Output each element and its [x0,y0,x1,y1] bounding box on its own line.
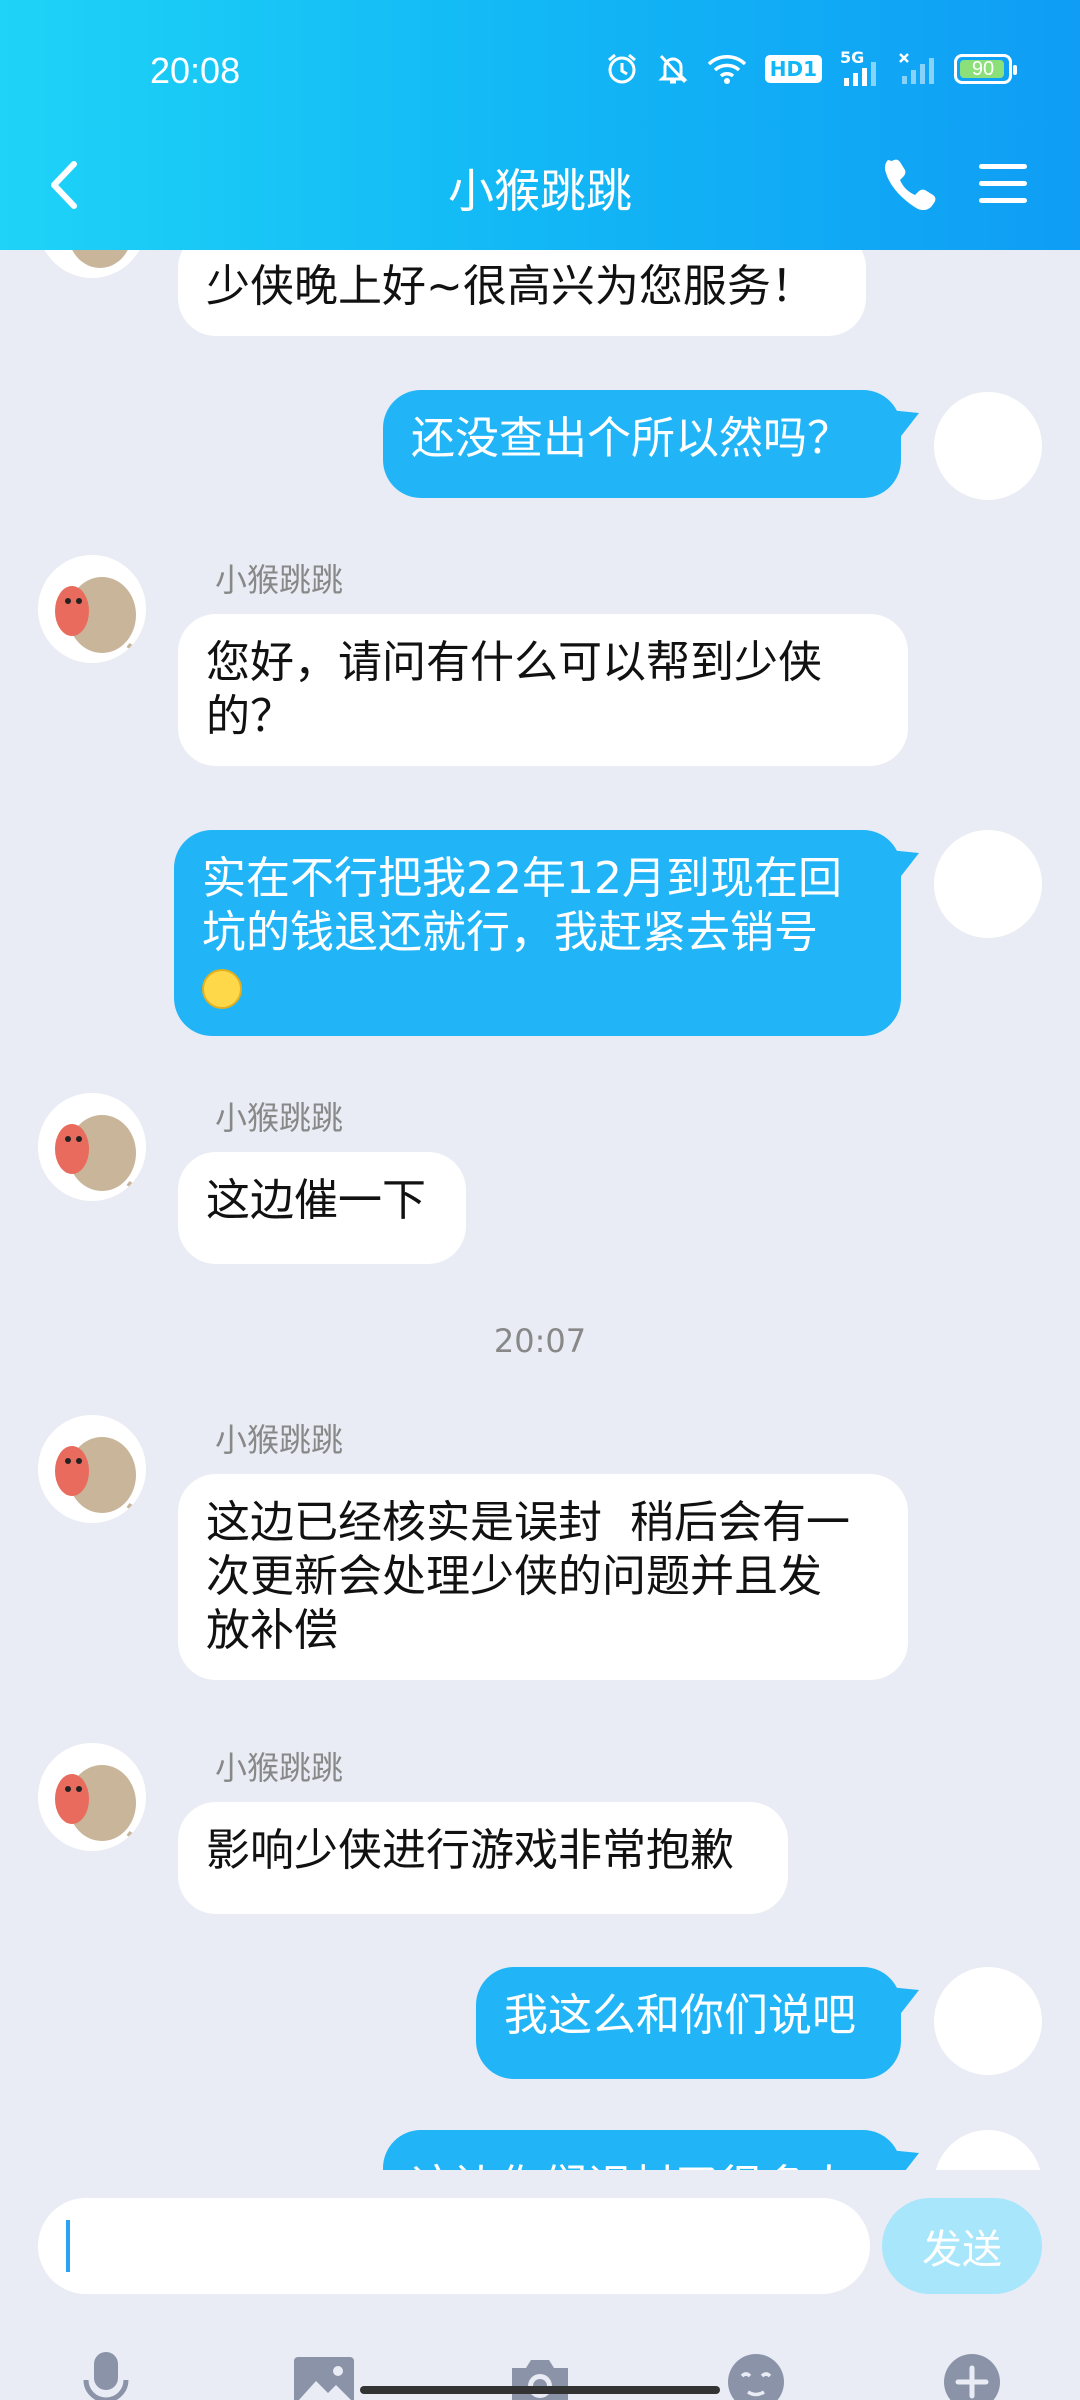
message-text: 这边催一下 [206,1175,426,1226]
timestamp: 20:07 [493,1322,587,1360]
message-bubble[interactable]: 少侠晚上好~很高兴为您服务！ [178,250,866,336]
menu-icon [979,164,1027,203]
call-button[interactable] [880,155,936,211]
message-text-line: 实在不行把我22年12月到现在回 [202,853,842,904]
monkey-avatar-icon [38,1743,146,1851]
send-button[interactable]: 发送 [882,2198,1042,2294]
text-caret [66,2220,70,2272]
sender-name: 小猴跳跳 [215,1749,344,1787]
message-text-line: 次更新会处理少侠的问题并且发 [206,1551,822,1602]
emoji-button[interactable] [722,2348,790,2400]
avatar[interactable] [38,1743,146,1851]
status-time: 20:08 [150,50,241,91]
voice-button[interactable] [72,2348,140,2400]
message-bubble[interactable]: 您好，请问有什么可以帮到少侠 的？ [178,614,908,766]
home-indicator[interactable] [360,2386,720,2394]
message-bubble[interactable]: 我这么和你们说吧 [476,1967,901,2079]
message-bubble[interactable]: 这边你们误封了很多人 [383,2130,901,2170]
menu-button[interactable] [975,160,1031,208]
alarm-icon [607,53,636,84]
status-icons: HD1 5G 90 [605,48,1017,86]
avatar[interactable] [38,250,146,278]
avatar[interactable] [38,1093,146,1201]
message-text: 还没查出个所以然吗？ [411,413,851,464]
signal-2-icon [899,53,934,84]
emoji-icon [728,2354,784,2400]
avatar[interactable] [934,830,1042,938]
signal-icon: 5G [840,48,880,86]
message-text-line: 的？ [206,691,294,742]
mute-bell-icon [658,54,688,84]
more-button[interactable] [938,2348,1006,2400]
avatar[interactable] [934,392,1042,500]
avatar[interactable] [934,2130,1042,2170]
message-text: 影响少侠进行游戏非常抱歉 [206,1825,734,1876]
message-text-line: 坑的钱退还就行，我赶紧去销号 [202,907,818,958]
sender-name: 小猴跳跳 [215,1421,344,1459]
chat-header: 20:08 HD1 5G 90 小猴跳跳 [0,0,1080,250]
chat-list[interactable]: 少侠晚上好~很高兴为您服务！ 还没查出个所以然吗？ 小猴跳跳 您好，请问有什么可… [0,250,1080,2170]
message-text: 少侠晚上好~很高兴为您服务！ [206,261,815,312]
message-input[interactable] [38,2198,870,2294]
microphone-icon [83,2352,129,2400]
monkey-avatar-icon [38,1093,146,1201]
monkey-avatar-icon [38,1415,146,1523]
sender-name: 小猴跳跳 [215,1099,344,1137]
hd-icon: HD1 [764,55,822,83]
message-bubble[interactable]: 影响少侠进行游戏非常抱歉 [178,1802,788,1914]
avatar[interactable] [934,1967,1042,2075]
message-text-line: 您好，请问有什么可以帮到少侠 [206,637,822,688]
message-bubble[interactable]: 实在不行把我22年12月到现在回 坑的钱退还就行，我赶紧去销号 [174,830,901,1036]
image-icon [294,2357,354,2400]
phone-icon [884,159,936,211]
message-bubble[interactable]: 这边催一下 [178,1152,466,1264]
avatar[interactable] [38,1415,146,1523]
smile-emoji-icon [202,969,242,1009]
wifi-icon [707,55,746,84]
message-text: 我这么和你们说吧 [504,1990,856,2041]
image-button[interactable] [290,2348,358,2400]
monkey-avatar-icon [44,250,140,278]
message-text-line: 这边已经核实是误封 稍后会有一 [206,1497,850,1548]
message-bubble[interactable]: 还没查出个所以然吗？ [383,390,901,498]
message-text: 这边你们误封了很多人 [411,2161,851,2170]
battery-level: 90 [971,57,995,80]
message-text-line: 放补偿 [206,1605,338,1656]
plus-icon [944,2354,1000,2400]
message-bubble[interactable]: 这边已经核实是误封 稍后会有一 次更新会处理少侠的问题并且发 放补偿 [178,1474,908,1680]
input-bar: 发送 [0,2170,1080,2400]
sender-name: 小猴跳跳 [215,561,344,599]
monkey-avatar-icon [38,555,146,663]
avatar[interactable] [38,555,146,663]
battery-icon: 90 [954,54,1017,84]
